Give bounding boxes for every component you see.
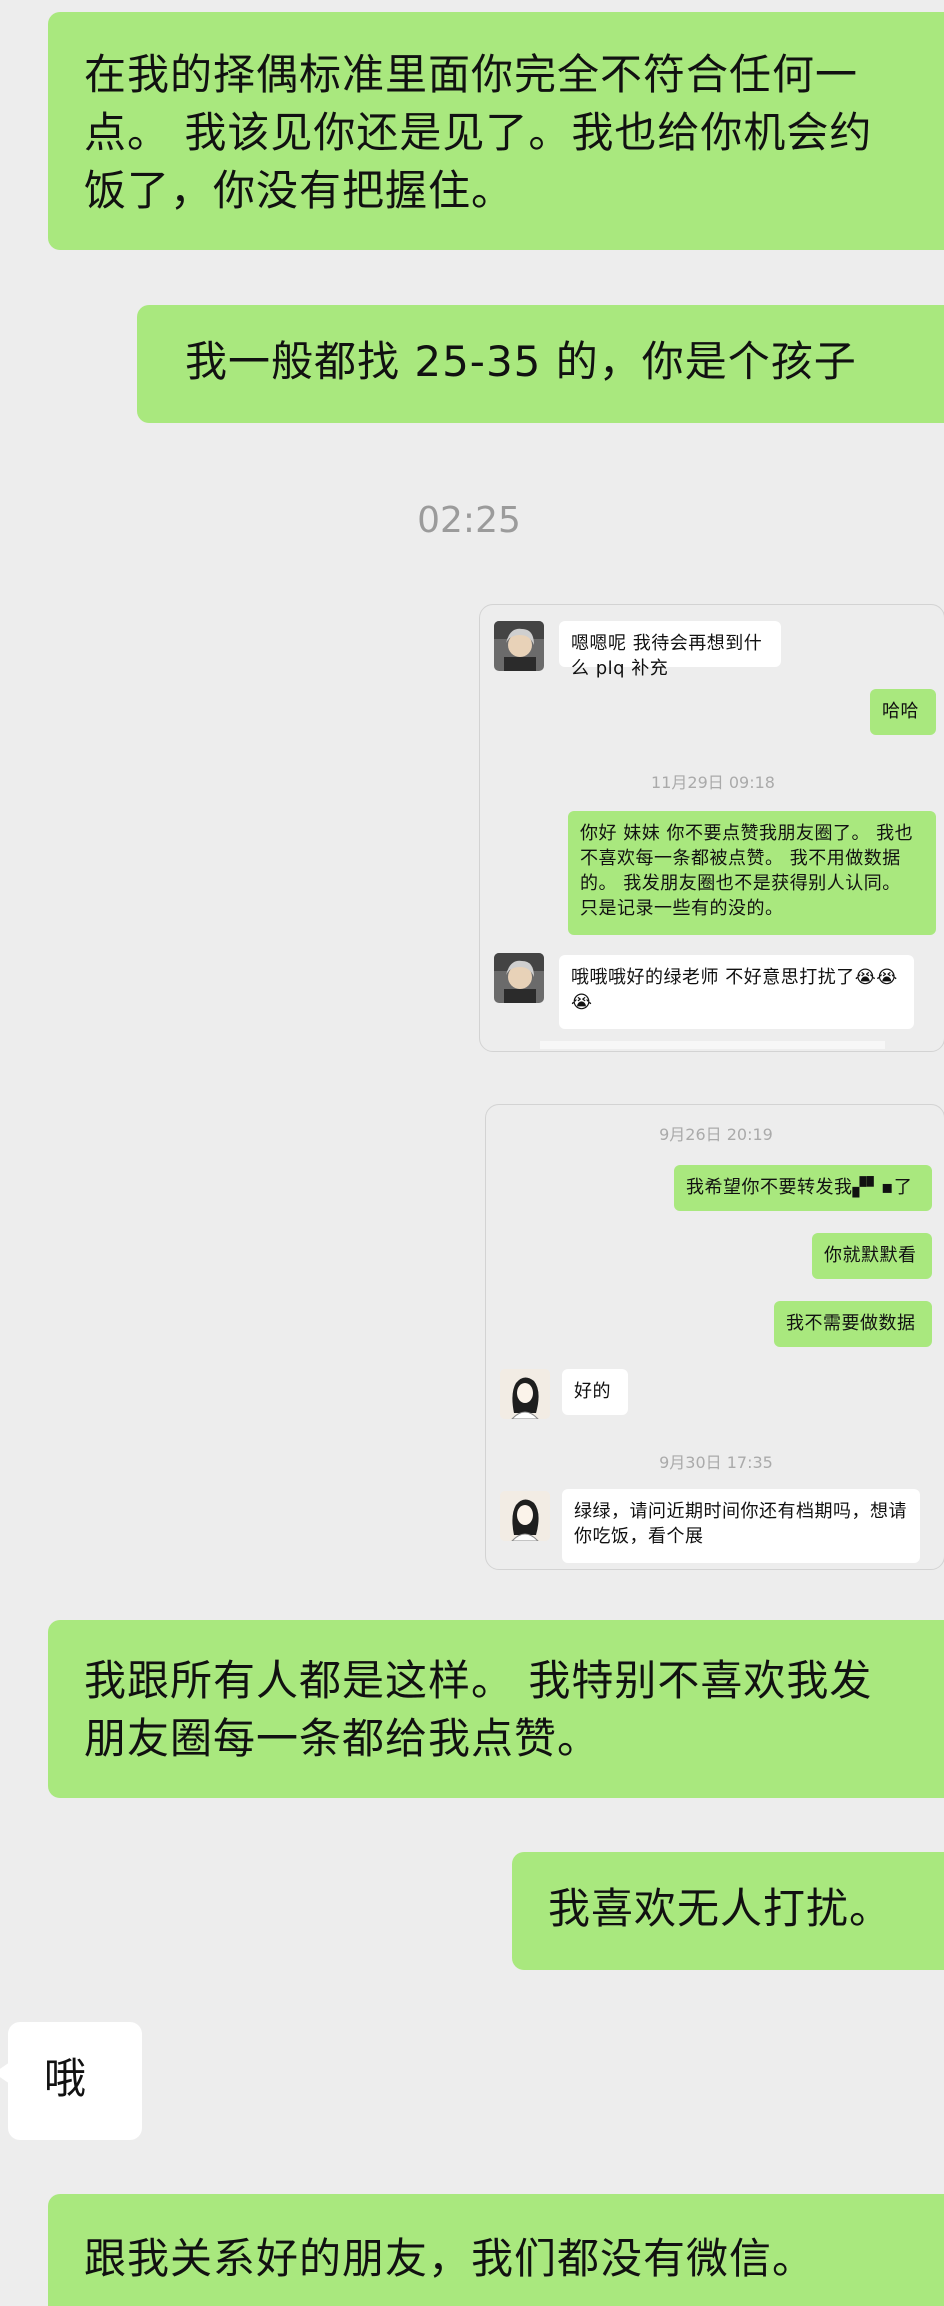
screenshot1-timestamp: 11月29日 09:18 (651, 773, 775, 792)
screenshot2-message-2: 你就默默看 (812, 1233, 932, 1279)
screenshot1-message-4: 哦哦哦好的绿老师 不好意思打扰了😭😭😭 (559, 955, 914, 1029)
received-message-5-text: 哦 (44, 2054, 88, 2103)
screenshot2-message-2-text: 你就默默看 (824, 1245, 917, 1266)
sent-message-2-text: 我一般都找 25-35 的，你是个孩子 (185, 337, 857, 386)
screenshot2-message-3: 我不需要做数据 (774, 1301, 932, 1347)
sent-message-1[interactable]: 在我的择偶标准里面你完全不符合任何一点。 我该见你还是见了。我也给你机会约饭了，… (48, 12, 944, 250)
screenshot1-message-1-text: 嗯嗯呢 我待会再想到什么 plq 补充 (571, 633, 763, 679)
screenshot1-message-4-text: 哦哦哦好的绿老师 不好意思打扰了😭😭😭 (571, 967, 898, 1013)
sent-message-1-text: 在我的择偶标准里面你完全不符合任何一点。 我该见你还是见了。我也给你机会约饭了，… (84, 50, 873, 215)
embedded-screenshot-1[interactable]: 嗯嗯呢 我待会再想到什么 plq 补充 哈哈 11月29日 09:18 你好 妹… (479, 604, 944, 1052)
screenshot2-message-5: 绿绿，请问近期时间你还有档期吗，想请你吃饭，看个展 (562, 1489, 920, 1563)
embedded-screenshot-2[interactable]: 9月26日 20:19 我希望你不要转发我▞▘▪了 你就默默看 我不需要做数据 … (485, 1104, 944, 1570)
screenshot1-message-2: 哈哈 (870, 689, 936, 735)
sent-message-4[interactable]: 我喜欢无人打扰。 (512, 1852, 944, 1970)
screenshot2-message-5-text: 绿绿，请问近期时间你还有档期吗，想请你吃饭，看个展 (574, 1501, 907, 1547)
sent-message-6-text: 跟我关系好的朋友，我们都没有微信。 (84, 2234, 816, 2283)
screenshot1-bottom-strip (540, 1041, 885, 1049)
sent-message-4-text: 我喜欢无人打扰。 (548, 1884, 893, 1933)
screenshot1-message-2-text: 哈哈 (882, 701, 919, 722)
sent-message-6[interactable]: 跟我关系好的朋友，我们都没有微信。 (48, 2194, 944, 2306)
illustrated-girl-avatar-icon (500, 1491, 550, 1541)
screenshot1-message-3-text: 你好 妹妹 你不要点赞我朋友圈了。 我也不喜欢每一条都被点赞。 我不用做数据的。… (580, 823, 914, 919)
sent-message-2[interactable]: 我一般都找 25-35 的，你是个孩子 (137, 305, 944, 423)
screenshot2-message-4: 好的 (562, 1369, 628, 1415)
photo-avatar-icon (494, 621, 544, 671)
screenshot2-message-3-text: 我不需要做数据 (786, 1313, 916, 1334)
screenshot2-message-4-text: 好的 (574, 1381, 611, 1402)
illustrated-girl-avatar-icon (500, 1369, 550, 1419)
photo-avatar-icon (494, 953, 544, 1003)
sent-message-3-text: 我跟所有人都是这样。 我特别不喜欢我发朋友圈每一条都给我点赞。 (84, 1656, 873, 1763)
sent-message-3[interactable]: 我跟所有人都是这样。 我特别不喜欢我发朋友圈每一条都给我点赞。 (48, 1620, 944, 1798)
screenshot2-message-1: 我希望你不要转发我▞▘▪了 (674, 1165, 932, 1211)
screenshot2-timestamp-1: 9月26日 20:19 (659, 1125, 773, 1144)
screenshot2-timestamp-2: 9月30日 17:35 (659, 1453, 773, 1472)
received-message-5[interactable]: 哦 (0, 2022, 142, 2140)
screenshot2-message-1-text: 我希望你不要转发我▞▘▪了 (686, 1177, 913, 1198)
screenshot1-message-3: 你好 妹妹 你不要点赞我朋友圈了。 我也不喜欢每一条都被点赞。 我不用做数据的。… (568, 811, 936, 935)
screenshot1-message-1: 嗯嗯呢 我待会再想到什么 plq 补充 (559, 621, 781, 679)
chat-timestamp: 02:25 (417, 500, 521, 541)
